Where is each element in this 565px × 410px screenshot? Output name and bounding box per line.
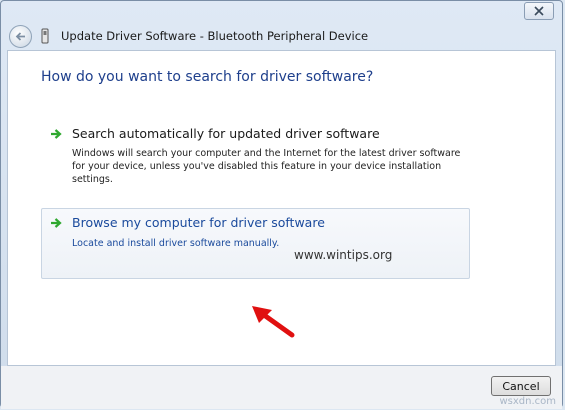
dialog-window: Update Driver Software - Bluetooth Perip… [0,0,563,409]
device-icon [41,28,49,44]
title-bar: Update Driver Software - Bluetooth Perip… [1,21,562,51]
watermark: www.wintips.org [294,248,393,262]
option-description: Windows will search your computer and th… [72,148,461,185]
cancel-button[interactable]: Cancel [491,376,551,396]
back-button[interactable] [9,25,32,48]
option-title: Browse my computer for driver software [72,215,325,230]
content-panel: How do you want to search for driver sof… [7,50,556,366]
browse-computer-option[interactable]: Browse my computer for driver software L… [41,208,470,279]
close-icon [534,6,544,16]
green-arrow-icon [51,129,62,139]
option-description: Locate and install driver software manua… [72,238,280,249]
back-arrow-icon [15,32,25,41]
close-button[interactable] [524,2,554,20]
green-arrow-icon [51,218,62,228]
footer-bar: Cancel wsxdn.com [1,366,562,409]
page-heading: How do you want to search for driver sof… [41,69,374,85]
red-pointer-arrow-icon [252,306,295,338]
search-automatically-option[interactable]: Search automatically for updated driver … [41,119,470,199]
option-title: Search automatically for updated driver … [72,126,380,141]
window-title: Update Driver Software - Bluetooth Perip… [61,29,369,43]
corner-watermark: wsxdn.com [499,396,556,407]
